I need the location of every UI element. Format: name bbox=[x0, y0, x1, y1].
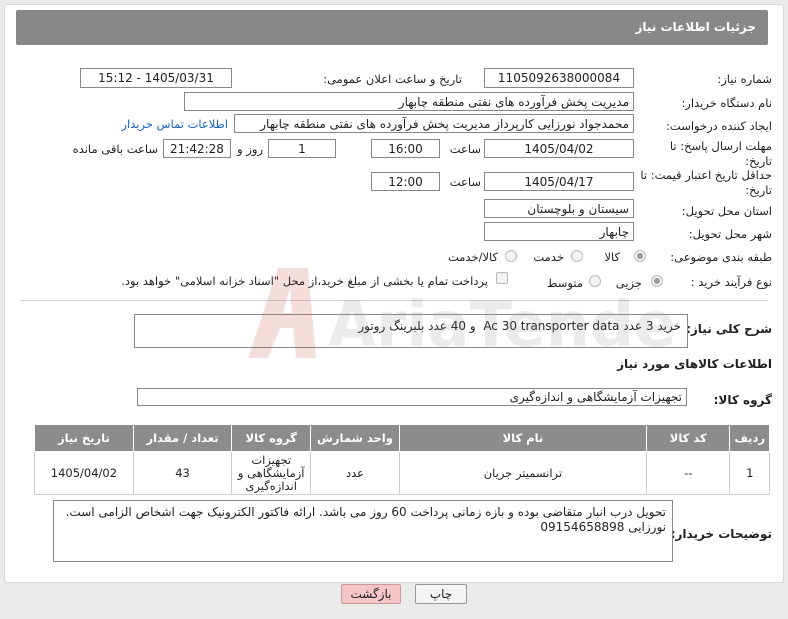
divider bbox=[20, 300, 768, 301]
col-date: تاریخ نیاز bbox=[34, 424, 134, 452]
goods-table: ردیف کد کالا نام کالا واحد شمارش گروه کا… bbox=[34, 424, 770, 495]
cell-name: ترانسمیتر جریان bbox=[398, 451, 647, 495]
page-title: جزئیات اطلاعات نیاز bbox=[635, 20, 756, 34]
reply-deadline-date-field[interactable]: 1405/04/02 bbox=[484, 139, 634, 158]
cell-row: 1 bbox=[729, 451, 770, 495]
goods-group-field[interactable]: تجهیزات آزمایشگاهی و اندازه‌گیری bbox=[137, 388, 687, 406]
remaining-time-label: ساعت باقی مانده bbox=[72, 142, 158, 156]
buyer-notes-label: توضیحات خریدار: bbox=[670, 527, 772, 541]
details-panel bbox=[4, 4, 784, 583]
back-button[interactable]: بازگشت bbox=[341, 584, 401, 604]
table-row[interactable]: 1 -- ترانسمیتر جریان عدد تجهیزات آزمایشگ… bbox=[34, 451, 770, 495]
category-service-radio[interactable] bbox=[571, 250, 583, 262]
reply-deadline-label: مهلت ارسال پاسخ: تا تاریخ: bbox=[669, 139, 772, 168]
process-minor-radio[interactable] bbox=[651, 275, 663, 287]
col-group: گروه کالا bbox=[231, 424, 312, 452]
treasury-payment-checkbox[interactable] bbox=[496, 272, 508, 284]
cell-unit: عدد bbox=[310, 451, 400, 495]
goods-group-label: گروه کالا: bbox=[713, 393, 772, 407]
price-validity-time-label: ساعت bbox=[449, 175, 481, 189]
need-number-field[interactable]: 1105092638000084 bbox=[484, 68, 634, 88]
category-service-label: خدمت bbox=[533, 250, 564, 264]
remaining-days-field[interactable]: 1 bbox=[268, 139, 336, 158]
category-goods-service-radio[interactable] bbox=[505, 250, 517, 262]
treasury-payment-note: پرداخت تمام یا بخشی از مبلغ خرید،از محل … bbox=[121, 274, 488, 288]
category-goods-label: کالا bbox=[604, 250, 620, 264]
cell-qty: 43 bbox=[132, 451, 233, 495]
col-row: ردیف bbox=[729, 424, 770, 452]
price-validity-date-field[interactable]: 1405/04/17 bbox=[484, 172, 634, 191]
page-header: جزئیات اطلاعات نیاز bbox=[16, 10, 768, 45]
buyer-org-field[interactable]: مدیریت پخش فرآورده های نفتی منطقه چابهار bbox=[184, 92, 634, 111]
goods-info-title: اطلاعات کالاهای مورد نیاز bbox=[617, 357, 772, 371]
category-goods-service-label: کالا/خدمت bbox=[447, 250, 498, 264]
announce-datetime-field[interactable]: 1405/03/31 - 15:12 bbox=[80, 68, 232, 88]
remaining-time-field[interactable]: 21:42:28 bbox=[163, 139, 231, 158]
buyer-notes-textarea[interactable]: تحویل درب انبار متقاضی بوده و بازه زمانی… bbox=[53, 500, 673, 562]
days-label: روز و bbox=[237, 142, 263, 156]
process-minor-label: جزیی bbox=[615, 276, 642, 290]
col-unit: واحد شمارش bbox=[310, 424, 400, 452]
cell-date: 1405/04/02 bbox=[34, 451, 134, 495]
description-textarea[interactable]: خرید 3 عدد Ac 30 transporter data و 40 ع… bbox=[134, 314, 688, 348]
reply-time-label: ساعت bbox=[449, 142, 481, 156]
description-label: شرح کلی نیاز: bbox=[686, 322, 772, 336]
price-validity-time-field[interactable]: 12:00 bbox=[371, 172, 440, 191]
delivery-city-field[interactable]: چابهار bbox=[484, 222, 634, 241]
cell-code: -- bbox=[645, 451, 731, 495]
col-name: نام کالا bbox=[398, 424, 647, 452]
delivery-province-field[interactable]: سیستان و بلوچستان bbox=[484, 199, 634, 218]
process-medium-label: متوسط bbox=[546, 276, 583, 290]
process-medium-radio[interactable] bbox=[589, 275, 601, 287]
requester-label: ایجاد کننده درخواست: bbox=[666, 119, 772, 133]
delivery-province-label: استان محل تحویل: bbox=[681, 204, 772, 218]
need-number-label: شماره نیاز: bbox=[717, 72, 772, 86]
requester-field[interactable]: محمدجواد نورزایی کارپرداز مدیریت پخش فرآ… bbox=[234, 114, 634, 133]
col-qty: تعداد / مقدار bbox=[132, 424, 233, 452]
print-button[interactable]: چاپ bbox=[415, 584, 467, 604]
col-code: کد کالا bbox=[645, 424, 731, 452]
purchase-process-label: نوع فرآیند خرید : bbox=[690, 275, 772, 289]
buyer-org-label: نام دستگاه خریدار: bbox=[681, 96, 772, 110]
announce-datetime-label: تاریخ و ساعت اعلان عمومی: bbox=[323, 72, 462, 86]
price-validity-label: حداقل تاریخ اعتبار قیمت: تا تاریخ: bbox=[640, 168, 772, 197]
category-goods-radio[interactable] bbox=[634, 250, 646, 262]
category-label: طبقه بندی موضوعی: bbox=[670, 250, 772, 264]
reply-deadline-time-field[interactable]: 16:00 bbox=[371, 139, 440, 158]
goods-table-header: ردیف کد کالا نام کالا واحد شمارش گروه کا… bbox=[34, 424, 770, 452]
delivery-city-label: شهر محل تحویل: bbox=[688, 227, 772, 241]
buyer-contact-link[interactable]: اطلاعات تماس خریدار bbox=[121, 117, 228, 131]
cell-group: تجهیزات آزمایشگاهی و اندازه‌گیری bbox=[231, 451, 312, 495]
